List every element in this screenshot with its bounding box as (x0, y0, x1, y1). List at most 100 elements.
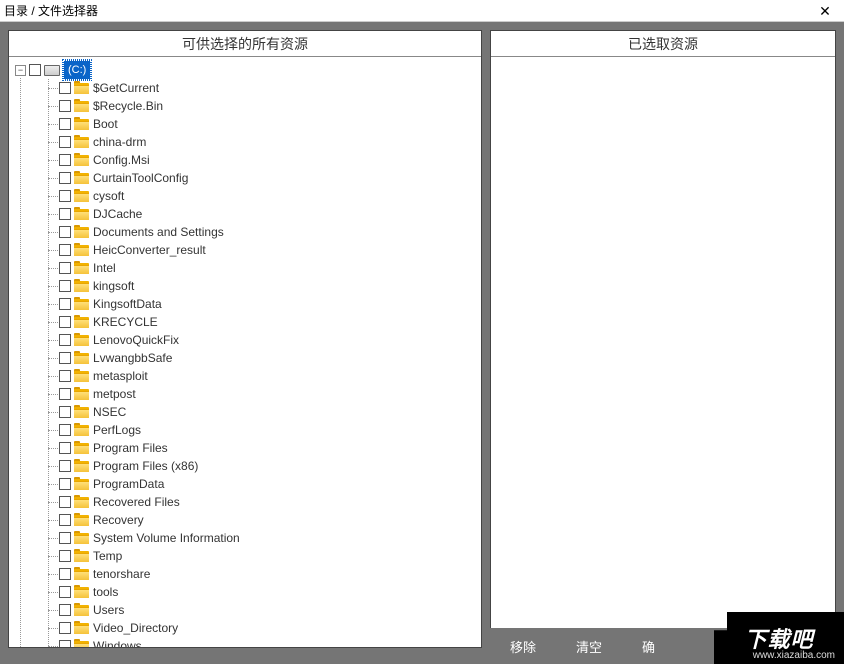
checkbox[interactable] (29, 64, 41, 76)
checkbox[interactable] (59, 424, 71, 436)
checkbox[interactable] (59, 622, 71, 634)
close-icon[interactable]: ✕ (810, 1, 840, 21)
checkbox[interactable] (59, 388, 71, 400)
checkbox[interactable] (59, 532, 71, 544)
checkbox[interactable] (59, 586, 71, 598)
selected-resources-header: 已选取资源 (491, 31, 835, 57)
tree-node[interactable]: Program Files (x86) (11, 457, 479, 475)
folder-icon (74, 424, 89, 436)
node-label: tenorshare (93, 565, 150, 583)
node-label: Windows (93, 637, 142, 647)
checkbox[interactable] (59, 604, 71, 616)
drive-icon (44, 64, 60, 77)
checkbox[interactable] (59, 640, 71, 647)
selected-list[interactable] (491, 57, 835, 647)
tree-node[interactable]: Documents and Settings (11, 223, 479, 241)
tree-node[interactable]: KRECYCLE (11, 313, 479, 331)
checkbox[interactable] (59, 568, 71, 580)
checkbox[interactable] (59, 442, 71, 454)
node-label: System Volume Information (93, 529, 240, 547)
checkbox[interactable] (59, 208, 71, 220)
window-title: 目录 / 文件选择器 (4, 2, 810, 19)
checkbox[interactable] (59, 118, 71, 130)
checkbox[interactable] (59, 460, 71, 472)
clear-button[interactable]: 清空 (576, 637, 602, 656)
tree-node[interactable]: KingsoftData (11, 295, 479, 313)
tree-node[interactable]: cysoft (11, 187, 479, 205)
checkbox[interactable] (59, 370, 71, 382)
node-label: LenovoQuickFix (93, 331, 179, 349)
tree-node[interactable]: CurtainToolConfig (11, 169, 479, 187)
tree-node[interactable]: DJCache (11, 205, 479, 223)
tree-node[interactable]: tools (11, 583, 479, 601)
checkbox[interactable] (59, 226, 71, 238)
tree-node[interactable]: china-drm (11, 133, 479, 151)
folder-icon (74, 208, 89, 220)
tree-node[interactable]: Video_Directory (11, 619, 479, 637)
tree-node[interactable]: LvwangbbSafe (11, 349, 479, 367)
tree-node[interactable]: Windows (11, 637, 479, 647)
tree-node[interactable]: Config.Msi (11, 151, 479, 169)
node-label: Intel (93, 259, 116, 277)
node-label: $GetCurrent (93, 79, 159, 97)
drive-label[interactable]: (C:) (63, 60, 91, 80)
checkbox[interactable] (59, 406, 71, 418)
node-label: Boot (93, 115, 118, 133)
expander-icon[interactable]: − (15, 65, 26, 76)
tree-node[interactable]: ProgramData (11, 475, 479, 493)
folder-icon (74, 550, 89, 562)
available-resources-header: 可供选择的所有资源 (9, 31, 481, 57)
folder-icon (74, 244, 89, 256)
tree-node[interactable]: tenorshare (11, 565, 479, 583)
checkbox[interactable] (59, 244, 71, 256)
tree-root-row[interactable]: − (C:) (11, 61, 479, 79)
tree-node[interactable]: $Recycle.Bin (11, 97, 479, 115)
node-label: $Recycle.Bin (93, 97, 163, 115)
tree-node[interactable]: LenovoQuickFix (11, 331, 479, 349)
checkbox[interactable] (59, 478, 71, 490)
node-label: Video_Directory (93, 619, 178, 637)
checkbox[interactable] (59, 298, 71, 310)
checkbox[interactable] (59, 514, 71, 526)
tree-node[interactable]: Program Files (11, 439, 479, 457)
tree-node[interactable]: metasploit (11, 367, 479, 385)
tree-node[interactable]: Recovered Files (11, 493, 479, 511)
tree-view[interactable]: − (C:) $GetCurrent$Recycle.BinBootchina-… (9, 57, 481, 647)
folder-icon (74, 172, 89, 184)
node-label: tools (93, 583, 118, 601)
folder-icon (74, 280, 89, 292)
checkbox[interactable] (59, 550, 71, 562)
tree-node[interactable]: Recovery (11, 511, 479, 529)
node-label: NSEC (93, 403, 126, 421)
checkbox[interactable] (59, 190, 71, 202)
checkbox[interactable] (59, 82, 71, 94)
tree-node[interactable]: Intel (11, 259, 479, 277)
tree-node[interactable]: HeicConverter_result (11, 241, 479, 259)
folder-icon (74, 460, 89, 472)
checkbox[interactable] (59, 280, 71, 292)
folder-icon (74, 154, 89, 166)
node-label: DJCache (93, 205, 142, 223)
node-label: ProgramData (93, 475, 164, 493)
checkbox[interactable] (59, 352, 71, 364)
tree-node[interactable]: metpost (11, 385, 479, 403)
checkbox[interactable] (59, 262, 71, 274)
checkbox[interactable] (59, 154, 71, 166)
tree-node[interactable]: Temp (11, 547, 479, 565)
checkbox[interactable] (59, 334, 71, 346)
checkbox[interactable] (59, 100, 71, 112)
checkbox[interactable] (59, 496, 71, 508)
folder-icon (74, 514, 89, 526)
tree-node[interactable]: NSEC (11, 403, 479, 421)
tree-node[interactable]: System Volume Information (11, 529, 479, 547)
tree-node[interactable]: kingsoft (11, 277, 479, 295)
tree-node[interactable]: PerfLogs (11, 421, 479, 439)
tree-node[interactable]: Boot (11, 115, 479, 133)
tree-node[interactable]: Users (11, 601, 479, 619)
tree-node[interactable]: $GetCurrent (11, 79, 479, 97)
checkbox[interactable] (59, 316, 71, 328)
remove-button[interactable]: 移除 (510, 637, 536, 656)
confirm-button[interactable]: 确 (642, 637, 655, 656)
checkbox[interactable] (59, 136, 71, 148)
checkbox[interactable] (59, 172, 71, 184)
